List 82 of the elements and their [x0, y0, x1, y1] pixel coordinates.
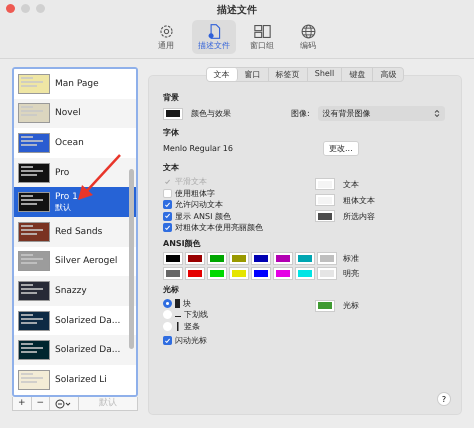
checkbox-label: 显示 ANSI 颜色: [175, 210, 231, 222]
font-name: Menlo Regular 16: [163, 144, 234, 153]
color-label: 文本: [343, 178, 359, 190]
close-button[interactable]: [6, 4, 15, 13]
color-well[interactable]: [185, 266, 205, 280]
minus-circle-chevron-icon: [55, 398, 74, 408]
section-heading: 背景: [163, 92, 180, 103]
color-label: 明亮: [343, 268, 359, 278]
checkbox-label: 平滑文本: [175, 176, 207, 188]
color-well[interactable]: [229, 266, 249, 280]
tab[interactable]: 键盘: [342, 68, 374, 81]
section-heading: 光标: [163, 284, 180, 294]
color-well[interactable]: [315, 178, 335, 190]
color-well[interactable]: [295, 252, 315, 264]
tab[interactable]: 窗口: [238, 68, 269, 81]
section-heading: ANSI颜色: [163, 238, 202, 248]
color-label: 标准: [343, 252, 359, 264]
section-heading: 字体: [163, 127, 180, 138]
profile-item[interactable]: Snazzy: [14, 276, 136, 306]
add-button[interactable]: +: [13, 397, 32, 410]
radio-button[interactable]: [163, 298, 172, 308]
color-well[interactable]: [273, 252, 293, 264]
document-gear-icon: [206, 23, 222, 40]
checkbox[interactable]: [163, 336, 172, 346]
windows-icon: [254, 23, 270, 40]
color-well[interactable]: [317, 266, 337, 280]
color-well[interactable]: [295, 266, 315, 280]
tab[interactable]: 标签页: [268, 68, 308, 81]
checkbox-label: 允许闪动文本: [175, 199, 223, 210]
settings-icon: [158, 23, 174, 40]
checkbox-label: 使用粗体字: [175, 188, 215, 199]
toolbar-tab[interactable]: 通用: [146, 20, 186, 54]
color-label: 粗体文本: [343, 194, 375, 206]
tab[interactable]: 文本: [206, 68, 238, 81]
tab[interactable]: 高级: [373, 68, 404, 81]
color-well[interactable]: [315, 300, 335, 312]
color-well[interactable]: [273, 266, 293, 280]
color-well[interactable]: [229, 252, 249, 264]
color-well[interactable]: [315, 210, 335, 222]
block-cursor-icon: [175, 298, 180, 308]
scroll-bar[interactable]: [129, 169, 134, 349]
image-label: 图像:: [291, 108, 310, 119]
change-font-button[interactable]: 更改...: [323, 141, 359, 156]
color-well[interactable]: [251, 252, 271, 264]
toolbar-tab[interactable]: 描述文件: [192, 20, 236, 54]
color-label: 所选内容: [343, 210, 375, 222]
profile-item[interactable]: Red Sands: [14, 216, 136, 247]
updown-chevron-icon: [434, 109, 440, 118]
radio-label: 块: [183, 298, 191, 309]
color-well[interactable]: [163, 252, 183, 264]
checkbox[interactable]: [163, 200, 172, 210]
checkbox[interactable]: [163, 223, 172, 232]
image-dropdown[interactable]: 没有背景图像: [318, 106, 445, 121]
profile-item[interactable]: Pro: [14, 158, 136, 188]
color-well[interactable]: [207, 266, 227, 280]
radio-label: 竖条: [184, 320, 200, 332]
profile-item[interactable]: Novel: [14, 98, 136, 128]
radio-button[interactable]: [163, 310, 172, 320]
color-well[interactable]: [163, 108, 183, 120]
globe-icon: [300, 23, 316, 40]
color-well[interactable]: [185, 252, 205, 264]
profile-item[interactable]: Pro 1 默认: [14, 187, 136, 217]
color-label: 光标: [343, 300, 359, 311]
remove-button[interactable]: −: [32, 397, 50, 410]
checkbox[interactable]: [163, 212, 172, 221]
tab[interactable]: Shell: [308, 68, 342, 81]
radio-label: 下划线: [184, 309, 208, 320]
color-label: 颜色与效果: [191, 108, 231, 119]
help-button[interactable]: ?: [437, 392, 451, 406]
toolbar-tab[interactable]: 窗口组: [242, 20, 282, 54]
toolbar-tab[interactable]: 编码: [288, 20, 328, 54]
color-well[interactable]: [207, 252, 227, 264]
color-well[interactable]: [251, 266, 271, 280]
section-heading: 文本: [163, 162, 180, 173]
profile-item[interactable]: Solarized Da...: [14, 335, 136, 365]
checkbox-label: 闪动光标: [175, 335, 207, 346]
window-title: 描述文件: [217, 4, 257, 17]
radio-button[interactable]: [163, 322, 172, 331]
color-well[interactable]: [315, 194, 335, 206]
checkbox-label: 对粗体文本使用亮丽颜色: [175, 222, 263, 234]
color-well[interactable]: [317, 252, 337, 264]
color-well[interactable]: [163, 266, 183, 280]
